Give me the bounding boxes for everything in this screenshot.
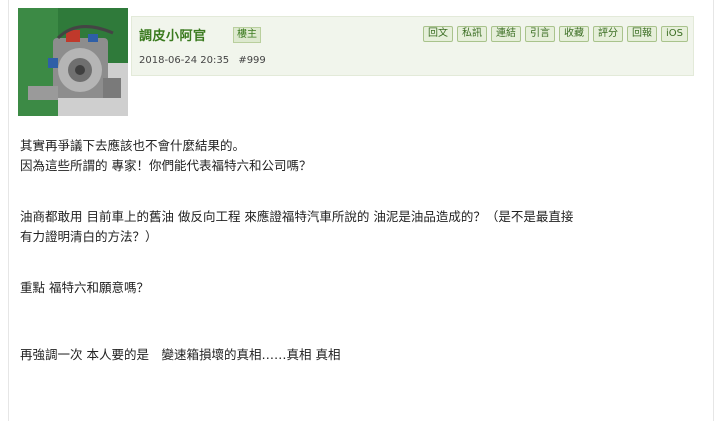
post-line: 因為這些所謂的 專家！你們能代表福特六和公司嗎？ [20, 158, 312, 173]
reply-button[interactable]: 回文 [423, 26, 453, 42]
avatar[interactable] [18, 8, 128, 116]
post-line: 重點 福特六和願意嗎？ [20, 280, 149, 295]
quote-button[interactable]: 引言 [525, 26, 555, 42]
post-line: 再強調一次 本人要的是 變速箱損壞的真相……真相 真相 [20, 347, 341, 362]
post-line: 有力證明清白的方法？） [20, 229, 158, 244]
post-number[interactable]: #999 [238, 55, 265, 66]
avatar-image [18, 8, 128, 116]
favorite-button[interactable]: 收藏 [559, 26, 589, 42]
post-body: 其實再爭議下去應該也不會什麼結果的。 因為這些所謂的 專家！你們能代表福特六和公… [20, 136, 700, 365]
rate-button[interactable]: 評分 [593, 26, 623, 42]
post-timestamp: 2018-06-24 20:35 [139, 55, 230, 66]
private-message-button[interactable]: 私訊 [457, 26, 487, 42]
report-button[interactable]: 回報 [627, 26, 657, 42]
post-meta: 2018-06-24 20:35 #999 [139, 55, 266, 66]
link-button[interactable]: 連結 [491, 26, 521, 42]
post-header: 調皮小阿官 樓主 2018-06-24 20:35 #999 回文 私訊 連結 … [131, 16, 694, 76]
post-line: 油商都敢用 目前車上的舊油 做反向工程 來應證福特汽車所說的 油泥是油品造成的？… [20, 209, 574, 224]
ios-button[interactable]: iOS [661, 26, 688, 42]
author-name[interactable]: 調皮小阿官 [139, 25, 207, 44]
post-line: 其實再爭議下去應該也不會什麼結果的。 [20, 138, 246, 153]
role-badge: 樓主 [233, 27, 261, 43]
post-action-bar: 回文 私訊 連結 引言 收藏 評分 回報 iOS [423, 26, 688, 42]
